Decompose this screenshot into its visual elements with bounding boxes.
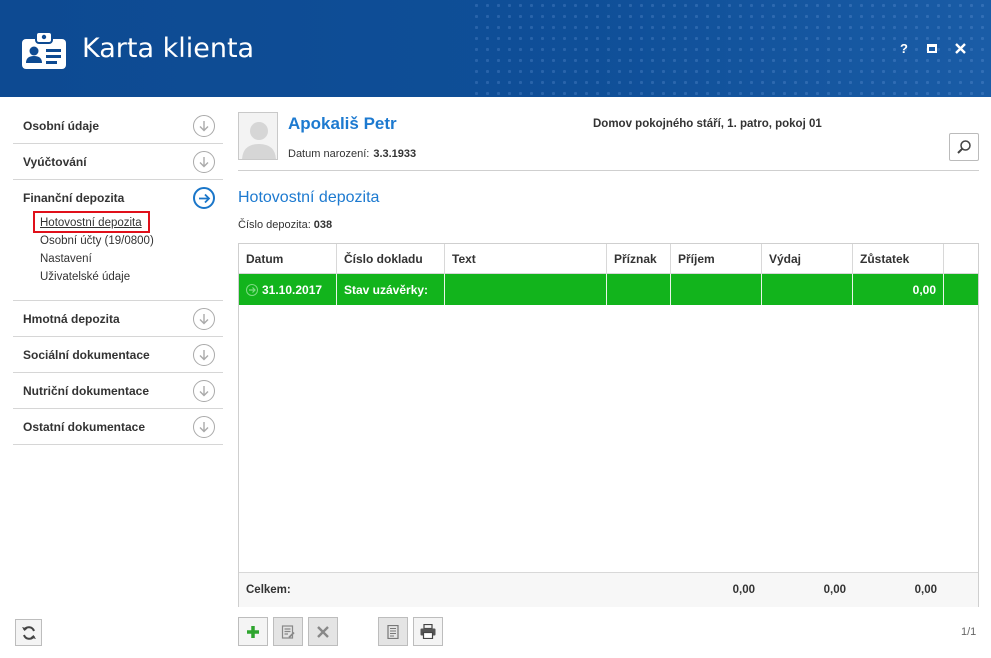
- footer-label: Celkem:: [246, 584, 291, 596]
- edit-button[interactable]: [273, 617, 303, 646]
- expand-down-icon[interactable]: [193, 307, 215, 330]
- help-button[interactable]: ?: [897, 40, 911, 56]
- cell-zustatek: 0,00: [853, 274, 944, 305]
- col-header-datum[interactable]: Datum: [239, 244, 337, 273]
- search-icon: [957, 140, 971, 154]
- client-card-icon: [22, 31, 66, 69]
- edit-document-icon: [281, 624, 295, 639]
- sidebar-item-label: Vyúčtování: [23, 154, 87, 169]
- subitem-hotovostni-depozita[interactable]: Hotovostní depozita: [33, 211, 223, 233]
- refresh-button[interactable]: [15, 619, 42, 646]
- sidebar-item-label: Osobní údaje: [23, 118, 100, 133]
- cell-cislo-dokladu: Stav uzávěrky:: [337, 274, 445, 305]
- footer-balance: 0,00: [914, 584, 937, 596]
- sidebar-item-hmotna-depozita[interactable]: Hmotná depozita: [13, 301, 223, 337]
- document-button[interactable]: [378, 617, 408, 646]
- footer-income: 0,00: [732, 584, 755, 596]
- print-button[interactable]: [413, 617, 443, 646]
- sidebar-subitems: Hotovostní depozita Osobní účty (19/0800…: [13, 211, 223, 286]
- cell-vydaj: [762, 274, 853, 305]
- client-avatar: [238, 112, 278, 160]
- table-footer: Celkem: 0,00 0,00 0,00: [239, 572, 978, 607]
- window-controls: ?: [897, 40, 967, 56]
- expand-down-icon[interactable]: [193, 379, 215, 402]
- deposit-value: 038: [313, 219, 333, 231]
- col-header-zustatek[interactable]: Zůstatek: [853, 244, 944, 273]
- col-header-vydaj[interactable]: Výdaj: [762, 244, 853, 273]
- cell-text: [445, 274, 607, 305]
- cell-spacer: [944, 274, 978, 305]
- expand-down-icon[interactable]: [193, 343, 215, 366]
- sidebar-item-ostatni-dokumentace[interactable]: Ostatní dokumentace: [13, 409, 223, 445]
- close-button[interactable]: [953, 40, 967, 56]
- refresh-icon: [21, 625, 36, 640]
- sidebar-item-label: Sociální dokumentace: [23, 347, 150, 362]
- page-indicator: 1/1: [961, 626, 977, 638]
- section-title: Hotovostní depozita: [238, 189, 380, 206]
- printer-icon: [420, 624, 436, 639]
- sidebar-item-socialni-dokumentace[interactable]: Sociální dokumentace: [13, 337, 223, 373]
- cell-priznak: [607, 274, 671, 305]
- deposit-number: Číslo depozita: 038: [238, 219, 332, 231]
- deposit-label: Číslo depozita:: [238, 219, 311, 231]
- cell-datum: 31.10.2017: [239, 274, 337, 305]
- header-divider: [238, 170, 979, 171]
- sidebar-item-label: Finanční depozita: [23, 191, 125, 205]
- sidebar-nav: Osobní údaje Vyúčtování Finanční depozit…: [13, 108, 223, 445]
- arrow-right-icon[interactable]: [193, 187, 215, 209]
- document-icon: [387, 624, 399, 639]
- search-button[interactable]: [949, 133, 979, 161]
- sidebar-item-osobni-udaje[interactable]: Osobní údaje: [13, 108, 223, 144]
- sidebar-group-financni-depozita: Finanční depozita Hotovostní depozita Os…: [13, 180, 223, 301]
- sidebar-item-nutricni-dokumentace[interactable]: Nutriční dokumentace: [13, 373, 223, 409]
- add-button[interactable]: [238, 617, 268, 646]
- sidebar-item-label: Ostatní dokumentace: [23, 419, 146, 434]
- plus-icon: [247, 625, 259, 638]
- col-header-prijem[interactable]: Příjem: [671, 244, 762, 273]
- delete-button[interactable]: [308, 617, 338, 646]
- birth-date: Datum narození: 3.3.1933: [288, 148, 416, 160]
- person-silhouette-icon: [242, 122, 276, 159]
- subitem-nastaveni[interactable]: Nastavení: [40, 250, 223, 268]
- subitem-uzivatelske-udaje[interactable]: Uživatelské údaje: [40, 268, 223, 286]
- client-name: Apokališ Petr: [288, 114, 397, 133]
- birth-value: 3.3.1933: [373, 148, 417, 160]
- cell-datum-value: 31.10.2017: [262, 282, 323, 297]
- deposits-table: Datum Číslo dokladu Text Příznak Příjem …: [238, 243, 979, 607]
- birth-label: Datum narození:: [288, 148, 370, 160]
- window-title: Karta klienta: [82, 33, 255, 64]
- expand-down-icon[interactable]: [193, 150, 215, 173]
- maximize-button[interactable]: [925, 40, 939, 56]
- col-header-spacer: [944, 244, 978, 273]
- col-header-priznak[interactable]: Příznak: [607, 244, 671, 273]
- cell-prijem: [671, 274, 762, 305]
- client-location: Domov pokojného stáří, 1. patro, pokoj 0…: [593, 118, 822, 130]
- col-header-text[interactable]: Text: [445, 244, 607, 273]
- table-header: Datum Číslo dokladu Text Příznak Příjem …: [239, 244, 978, 274]
- expand-down-icon[interactable]: [193, 415, 215, 438]
- subitem-osobni-ucty[interactable]: Osobní účty (19/0800): [40, 232, 223, 250]
- selection-highlight: [33, 211, 150, 233]
- maximize-icon: [927, 43, 937, 53]
- sidebar-item-vyuctovani[interactable]: Vyúčtování: [13, 144, 223, 180]
- footer-spacer: [944, 573, 978, 607]
- expand-down-icon[interactable]: [193, 114, 215, 137]
- table-row[interactable]: 31.10.2017 Stav uzávěrky: 0,00: [239, 274, 978, 305]
- col-header-cislo-dokladu[interactable]: Číslo dokladu: [337, 244, 445, 273]
- close-icon: [954, 42, 966, 54]
- delete-icon: [317, 625, 329, 638]
- app-header: Karta klienta ?: [0, 0, 991, 97]
- arrow-right-icon[interactable]: [246, 283, 258, 296]
- sidebar-item-label: Nutriční dokumentace: [23, 383, 150, 398]
- sidebar-item-label: Hmotná depozita: [23, 311, 120, 326]
- footer-expense: 0,00: [823, 584, 846, 596]
